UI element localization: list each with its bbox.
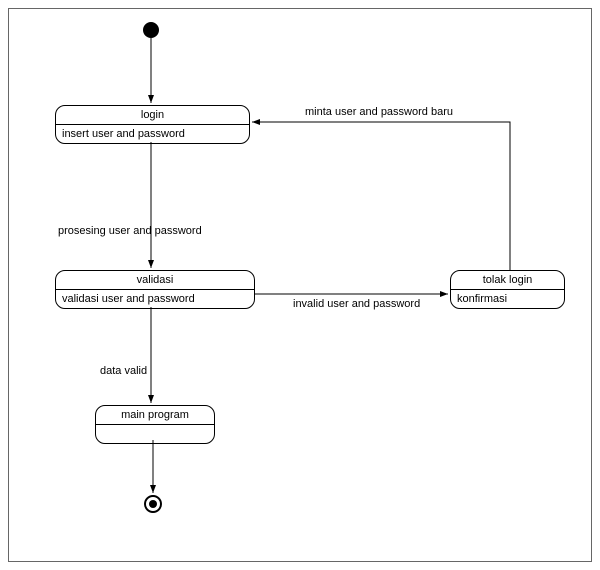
edge-label-tolak-login: minta user and password baru <box>305 106 453 118</box>
node-tolak-title: tolak login <box>451 271 564 290</box>
edge-label-validasi-main: data valid <box>100 365 147 377</box>
edge-label-validasi-tolak: invalid user and password <box>293 298 420 310</box>
node-main-title: main program <box>96 406 214 425</box>
node-validasi-sub: validasi user and password <box>56 290 254 308</box>
node-login: login insert user and password <box>55 105 250 144</box>
final-node-icon <box>144 495 162 513</box>
node-tolak-sub: konfirmasi <box>451 290 564 308</box>
node-login-title: login <box>56 106 249 125</box>
node-tolak: tolak login konfirmasi <box>450 270 565 309</box>
node-main: main program <box>95 405 215 444</box>
node-main-sub <box>96 425 214 443</box>
node-validasi: validasi validasi user and password <box>55 270 255 309</box>
initial-node-icon <box>143 22 159 38</box>
edge-label-login-validasi: prosesing user and password <box>58 225 202 237</box>
node-validasi-title: validasi <box>56 271 254 290</box>
node-login-sub: insert user and password <box>56 125 249 143</box>
